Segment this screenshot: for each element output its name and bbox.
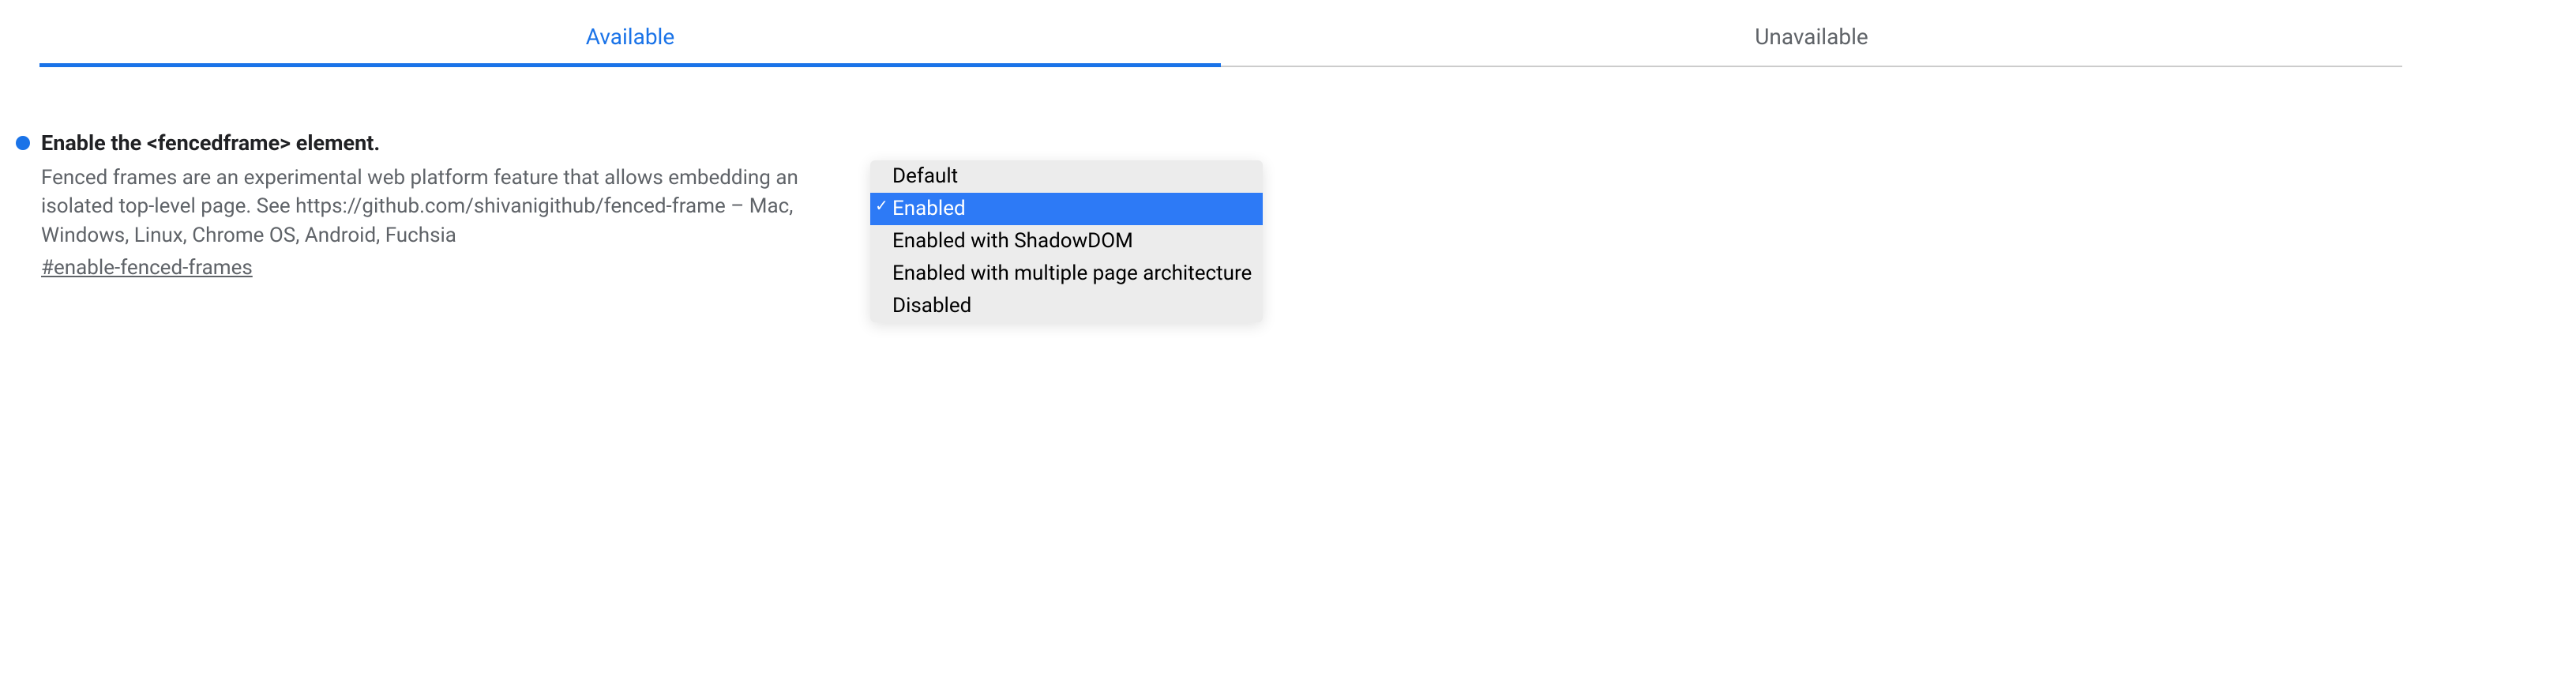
dropdown-option-enabled-shadowdom[interactable]: Enabled with ShadowDOM	[870, 225, 1263, 258]
flag-description: Fenced frames are an experimental web pl…	[41, 164, 823, 250]
flag-row: Enable the <fencedframe> element. Fenced…	[16, 130, 2560, 322]
dropdown-option-enabled[interactable]: Enabled	[870, 193, 1263, 225]
dropdown-option-disabled[interactable]: Disabled	[870, 290, 1263, 322]
tab-available[interactable]: Available	[39, 8, 1221, 66]
flag-dropdown[interactable]: Default Enabled Enabled with ShadowDOM E…	[870, 160, 1263, 322]
tab-unavailable[interactable]: Unavailable	[1221, 8, 2402, 66]
dropdown-menu: Default Enabled Enabled with ShadowDOM E…	[870, 160, 1263, 322]
flag-content: Enable the <fencedframe> element. Fenced…	[41, 130, 839, 280]
dropdown-option-enabled-multipage[interactable]: Enabled with multiple page architecture	[870, 258, 1263, 290]
dropdown-option-default[interactable]: Default	[870, 160, 1263, 193]
modified-indicator-icon	[16, 136, 30, 150]
flag-title: Enable the <fencedframe> element.	[41, 130, 823, 156]
tabs-bar: Available Unavailable	[39, 8, 2402, 67]
flag-hash-link[interactable]: #enable-fenced-frames	[41, 256, 253, 280]
